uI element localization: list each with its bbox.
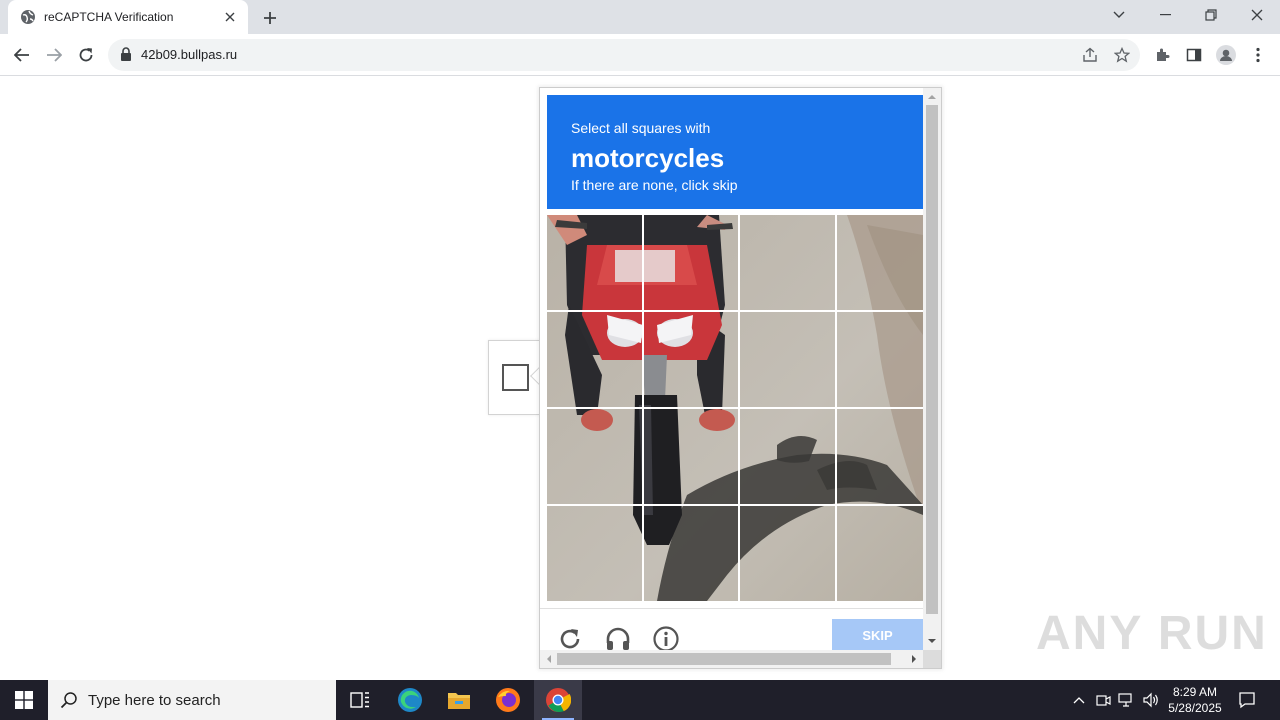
restore-icon[interactable] <box>1188 0 1234 30</box>
grid-tile[interactable] <box>740 312 834 407</box>
show-hidden-icons-icon[interactable] <box>1068 680 1090 720</box>
vertical-scrollbar[interactable] <box>923 88 941 650</box>
edge-icon[interactable] <box>386 680 434 720</box>
instruction-text: Select all squares with <box>571 120 711 136</box>
skip-button[interactable]: SKIP <box>832 619 923 651</box>
network-icon[interactable] <box>1116 680 1138 720</box>
search-placeholder: Type here to search <box>88 691 221 709</box>
grid-tile[interactable] <box>740 506 834 601</box>
grid-tile[interactable] <box>837 409 923 504</box>
start-button[interactable] <box>0 680 48 720</box>
menu-kebab-icon[interactable] <box>1248 45 1268 65</box>
captcha-challenge-popup: Select all squares with motorcycles If t… <box>539 87 942 669</box>
grid-tile[interactable] <box>644 312 738 407</box>
globe-icon <box>20 9 36 25</box>
grid-tile[interactable] <box>740 215 834 310</box>
notifications-icon[interactable] <box>1232 680 1262 720</box>
close-window-icon[interactable] <box>1234 0 1280 30</box>
share-icon[interactable] <box>1080 45 1100 65</box>
target-object-text: motorcycles <box>571 143 725 173</box>
scroll-up-icon[interactable] <box>923 90 941 104</box>
scroll-left-icon[interactable] <box>542 650 556 668</box>
reload-challenge-icon[interactable] <box>556 625 584 653</box>
scrollbar-corner <box>923 650 941 668</box>
task-view-icon[interactable] <box>336 680 384 720</box>
search-icon <box>60 692 77 709</box>
forward-button[interactable] <box>40 41 68 69</box>
grid-tile[interactable] <box>644 215 738 310</box>
volume-icon[interactable] <box>1140 680 1162 720</box>
extensions-icon[interactable] <box>1152 45 1172 65</box>
bookmark-star-icon[interactable] <box>1112 45 1132 65</box>
profile-avatar-icon[interactable] <box>1216 45 1236 65</box>
grid-tile[interactable] <box>837 215 923 310</box>
captcha-checkbox[interactable] <box>502 364 529 391</box>
system-clock[interactable]: 8:29 AM 5/28/2025 <box>1160 684 1230 716</box>
tab-title: reCAPTCHA Verification <box>44 10 174 24</box>
file-explorer-icon[interactable] <box>435 680 483 720</box>
grid-tile[interactable] <box>740 409 834 504</box>
tab-search-icon[interactable] <box>1096 0 1142 30</box>
side-panel-icon[interactable] <box>1184 45 1204 65</box>
grid-tile[interactable] <box>644 506 738 601</box>
footer-divider <box>540 608 925 609</box>
audio-challenge-icon[interactable] <box>604 625 632 653</box>
grid-tile[interactable] <box>547 409 641 504</box>
clock-time: 8:29 AM <box>1172 685 1218 699</box>
grid-tile[interactable] <box>547 215 641 310</box>
grid-tile[interactable] <box>547 506 641 601</box>
grid-tile[interactable] <box>837 506 923 601</box>
address-bar[interactable]: 42b09.bullpas.ru <box>108 39 1140 71</box>
grid-tile[interactable] <box>644 409 738 504</box>
info-icon[interactable] <box>652 625 680 653</box>
captcha-checkbox-widget <box>488 340 550 415</box>
horizontal-scroll-thumb[interactable] <box>557 653 891 665</box>
new-tab-button[interactable] <box>258 6 282 30</box>
back-button[interactable] <box>8 41 36 69</box>
clock-date: 5/28/2025 <box>1168 701 1222 715</box>
lock-icon[interactable] <box>120 47 132 66</box>
horizontal-scrollbar[interactable] <box>540 650 923 668</box>
browser-toolbar: 42b09.bullpas.ru <box>0 34 1280 76</box>
grid-tile[interactable] <box>547 312 641 407</box>
minimize-icon[interactable] <box>1142 0 1188 30</box>
firefox-icon[interactable] <box>484 680 532 720</box>
tab-recaptcha[interactable]: reCAPTCHA Verification <box>8 0 248 34</box>
challenge-header: Select all squares with motorcycles If t… <box>547 95 923 209</box>
skip-hint-text: If there are none, click skip <box>571 177 738 193</box>
taskbar-search-box[interactable]: Type here to search <box>48 680 336 720</box>
tab-strip: reCAPTCHA Verification <box>0 0 1280 34</box>
meet-now-icon[interactable] <box>1092 680 1114 720</box>
url-text[interactable]: 42b09.bullpas.ru <box>141 47 237 62</box>
scroll-right-icon[interactable] <box>907 650 921 668</box>
grid-tile[interactable] <box>837 312 923 407</box>
windows-logo-icon <box>15 691 33 709</box>
chrome-icon[interactable] <box>534 680 582 720</box>
windows-taskbar: Type here to search 8:29 AM 5/28/2025 <box>0 680 1280 720</box>
scroll-down-icon[interactable] <box>923 634 941 648</box>
close-tab-icon[interactable] <box>222 9 238 25</box>
challenge-image-grid <box>547 215 923 601</box>
anyrun-watermark: ANY RUN <box>1036 607 1268 660</box>
reload-button[interactable] <box>72 41 100 69</box>
vertical-scroll-thumb[interactable] <box>926 105 938 614</box>
